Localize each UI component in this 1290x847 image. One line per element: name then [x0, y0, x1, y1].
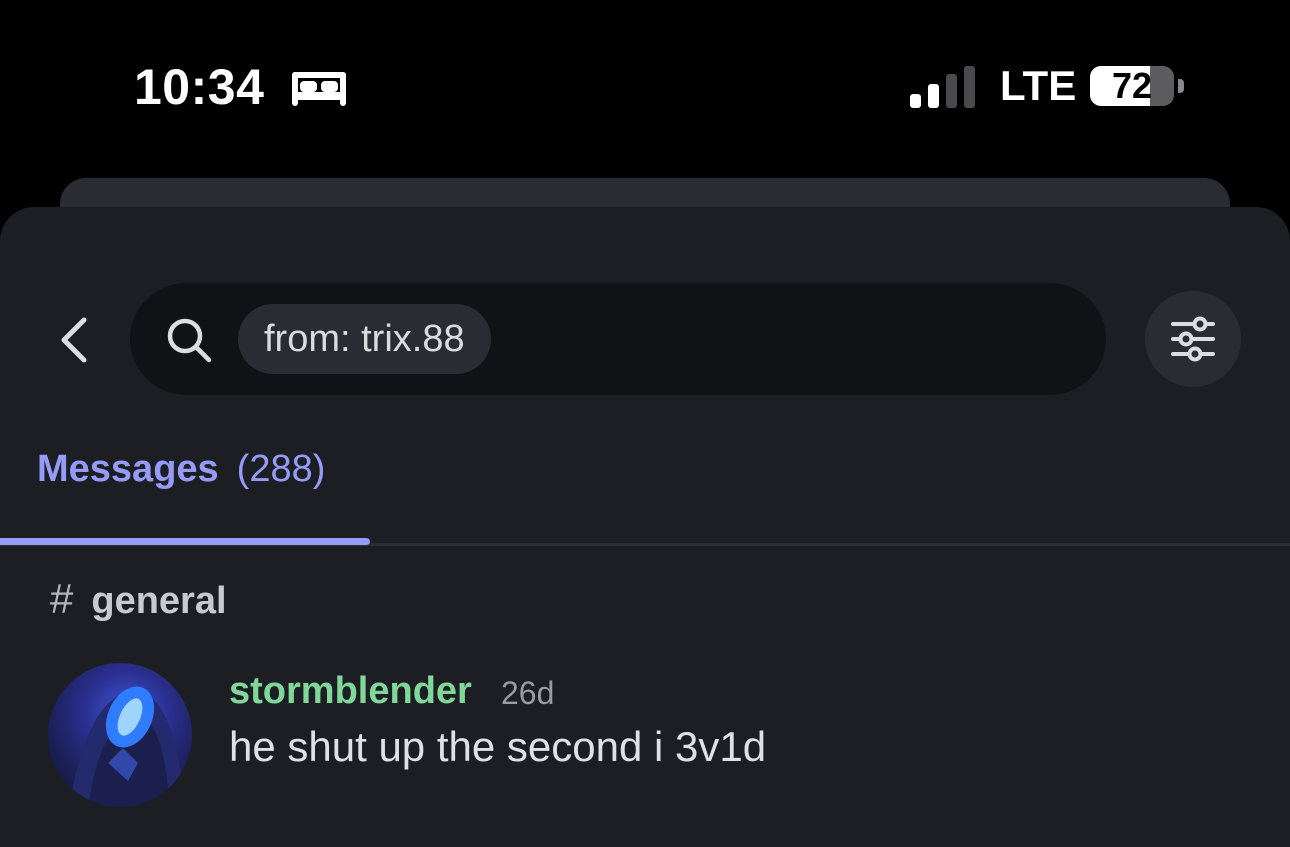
- message-timestamp: 26d: [501, 675, 555, 711]
- status-bar: 10:34 LTE 72: [0, 0, 1290, 170]
- battery-indicator: 72: [1090, 66, 1186, 108]
- active-tab-indicator: [0, 538, 370, 545]
- tab-messages[interactable]: Messages (288): [37, 448, 325, 504]
- status-time: 10:34: [134, 59, 265, 115]
- sliders-icon: [1171, 316, 1215, 362]
- avatar[interactable]: [48, 663, 192, 807]
- tab-count: (288): [236, 448, 326, 490]
- cellular-signal-icon: [910, 66, 975, 108]
- message-author[interactable]: stormblender: [229, 670, 472, 713]
- channel-name: general: [91, 580, 227, 622]
- hash-icon: #: [50, 575, 74, 622]
- tab-label: Messages: [37, 448, 219, 490]
- message-result[interactable]: stormblender 26d he shut up the second i…: [0, 660, 1290, 820]
- channel-header[interactable]: # general: [50, 575, 227, 627]
- bed-icon: [292, 72, 346, 106]
- message-text: he shut up the second i 3v1d: [229, 723, 767, 770]
- search-icon: [167, 318, 212, 363]
- search-bar[interactable]: from: trix.88: [130, 283, 1106, 395]
- search-filter-chip[interactable]: from: trix.88: [238, 304, 491, 374]
- filter-button[interactable]: [1145, 291, 1241, 387]
- network-type: LTE: [1000, 62, 1077, 109]
- back-button[interactable]: [52, 310, 96, 370]
- battery-level: 72: [1111, 66, 1153, 106]
